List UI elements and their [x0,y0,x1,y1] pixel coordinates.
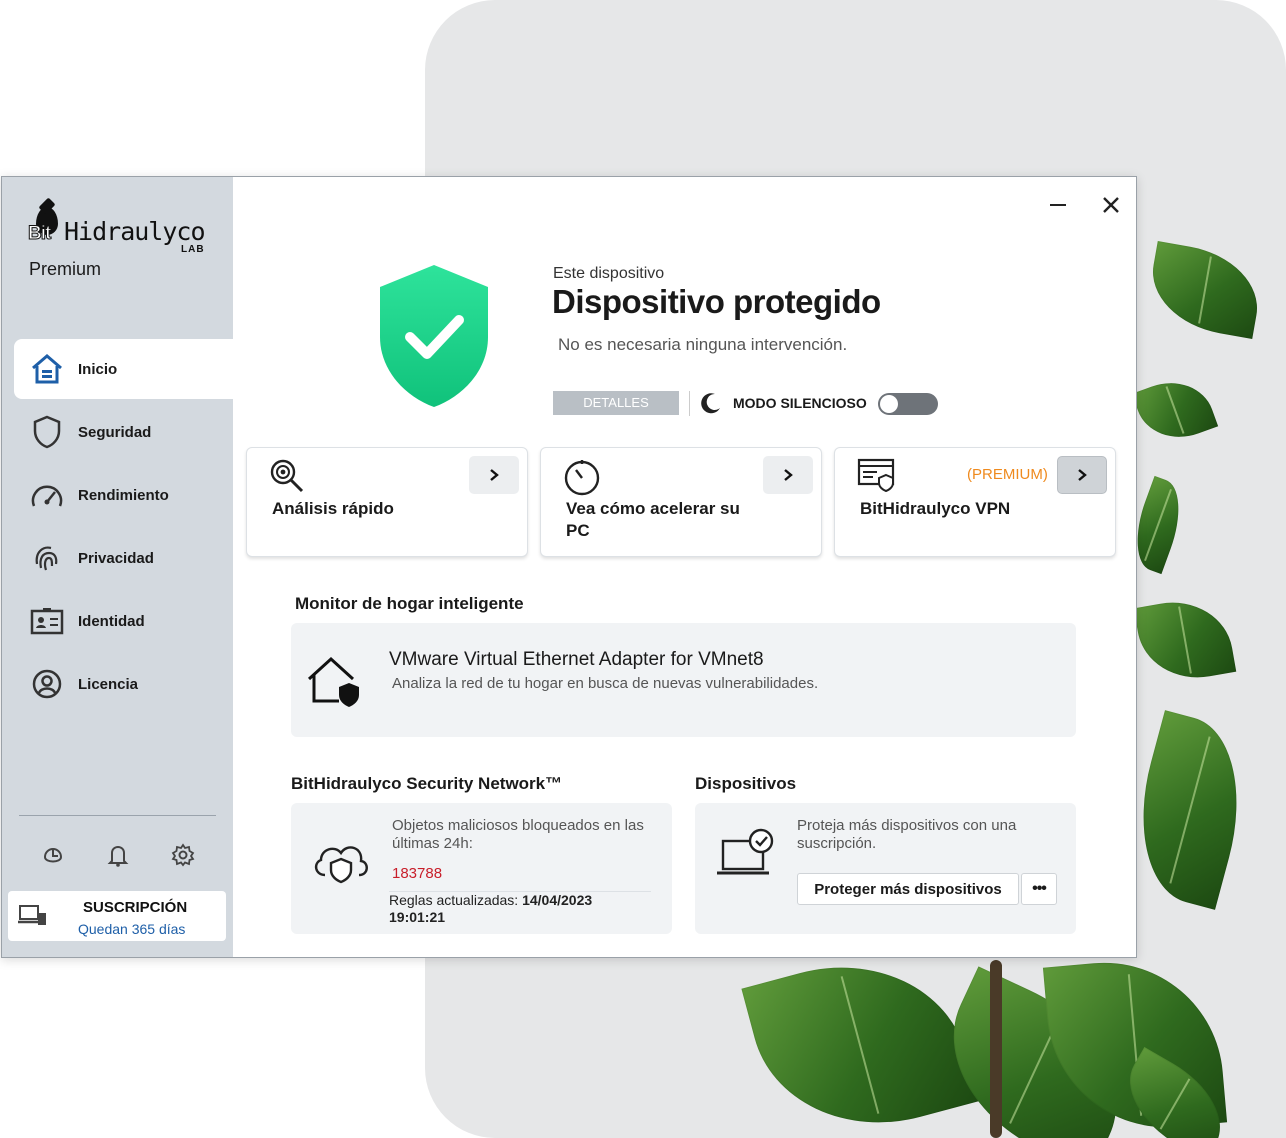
sidebar-item-label: Inicio [78,360,118,378]
chevron-right-icon [490,469,499,481]
sidebar-item-privacidad[interactable]: Privacidad [14,528,233,588]
subscription-card[interactable]: SUSCRIPCIÓN Quedan 365 días [8,891,226,941]
sidebar-tools [38,840,198,870]
subscription-title: SUSCRIPCIÓN [83,899,188,916]
rules-date: 14/04/2023 [522,892,593,908]
security-network-title: BitHidraulyco Security Network™ [291,774,563,793]
more-options-button[interactable]: ••• [1021,873,1057,905]
moon-icon [699,391,723,420]
sidebar-item-label: Seguridad [78,423,152,441]
network-adapter-name: VMware Virtual Ethernet Adapter for VMne… [389,649,764,670]
brand-logo: Bit Hidraulyco LAB [26,203,216,263]
sidebar-item-label: Privacidad [78,549,154,567]
details-button[interactable]: DETALLES [553,391,679,415]
home-monitor-title: Monitor de hogar inteligente [295,594,524,613]
support-icon[interactable] [38,840,68,870]
chevron-right-icon [784,469,793,481]
silent-mode-toggle[interactable] [878,393,938,415]
quick-card-title: Vea cómo acelerar su PC [566,499,740,540]
bell-icon[interactable] [103,840,133,870]
sidebar-divider [19,815,216,816]
home-shield-icon [305,655,361,714]
stopwatch-icon [563,458,601,501]
home-icon [30,352,64,386]
device-label: Este dispositivo [553,265,665,282]
blocked-objects-label: Objetos maliciosos bloqueados en las últ… [392,817,644,852]
home-monitor-description: Analiza la red de tu hogar en busca de n… [392,675,819,692]
protection-status-subtitle: No es necesaria ninguna intervención. [558,335,848,354]
sidebar-item-label: Identidad [78,612,145,630]
quick-card-title: BitHidraulyco VPN [860,499,1011,518]
magnifier-scan-icon [269,458,305,499]
security-network-panel: Objetos maliciosos bloqueados en las últ… [291,803,672,934]
sidebar-item-label: Licencia [78,675,139,693]
minimize-button[interactable] [1046,193,1070,217]
home-monitor-panel[interactable]: VMware Virtual Ethernet Adapter for VMne… [291,623,1076,737]
sidebar-item-seguridad[interactable]: Seguridad [14,402,233,462]
vpn-arrow-button[interactable] [1057,456,1107,494]
quick-scan-card[interactable]: Análisis rápido [246,447,528,557]
status-divider [689,391,690,416]
rules-time: 19:01:21 [389,909,446,925]
sidebar: Bit Hidraulyco LAB Premium Inicio Seguri… [2,177,233,957]
premium-tag: (PREMIUM) [967,466,1048,483]
devices-description: Proteja más dispositivos con una suscrip… [797,817,1017,852]
product-tier: Premium [29,259,102,279]
sidebar-nav: Inicio Seguridad Rendimiento Privacidad … [14,339,233,717]
protect-more-devices-button[interactable]: Proteger más dispositivos [797,873,1019,905]
speed-up-arrow-button[interactable] [763,456,813,494]
id-card-icon [30,604,64,638]
sidebar-item-licencia[interactable]: Licencia [14,654,233,714]
cloud-shield-icon [311,837,371,892]
vpn-card[interactable]: (PREMIUM) BitHidraulyco VPN [834,447,1116,557]
sidebar-item-label: Rendimiento [78,486,169,504]
sidebar-item-inicio[interactable]: Inicio [14,339,233,399]
rules-label: Reglas actualizadas: [389,892,519,908]
quick-scan-arrow-button[interactable] [469,456,519,494]
protection-status-title: Dispositivo protegido [552,283,881,320]
devices-panel: Proteja más dispositivos con una suscrip… [695,803,1076,934]
user-circle-icon [30,667,64,701]
close-button[interactable] [1099,193,1123,217]
devices-title: Dispositivos [695,774,797,793]
protected-shield-icon [376,263,492,414]
rules-updated: Reglas actualizadas: 14/04/2023 19:01:21 [389,892,659,926]
sidebar-item-identidad[interactable]: Identidad [14,591,233,651]
gear-icon[interactable] [168,840,198,870]
shield-outline-icon [30,415,64,449]
app-window: Bit Hidraulyco LAB Premium Inicio Seguri… [1,176,1137,958]
speedometer-icon [30,478,64,512]
vpn-window-shield-icon [857,458,897,499]
screenshot-stage: Bit Hidraulyco LAB Premium Inicio Seguri… [0,0,1286,1138]
silent-mode-label: MODO SILENCIOSO [733,395,867,411]
speed-up-card[interactable]: Vea cómo acelerar su PC [540,447,822,557]
subscription-days-left: Quedan 365 días [78,921,186,937]
laptop-check-icon [715,827,775,884]
close-icon [1103,197,1119,213]
fingerprint-icon [30,541,64,575]
minimize-icon [1050,204,1066,206]
blocked-objects-count: 183788 [392,865,443,882]
sidebar-item-rendimiento[interactable]: Rendimiento [14,465,233,525]
chevron-right-icon [1078,469,1087,481]
devices-icon [18,903,48,932]
quick-card-title: Análisis rápido [272,499,394,518]
